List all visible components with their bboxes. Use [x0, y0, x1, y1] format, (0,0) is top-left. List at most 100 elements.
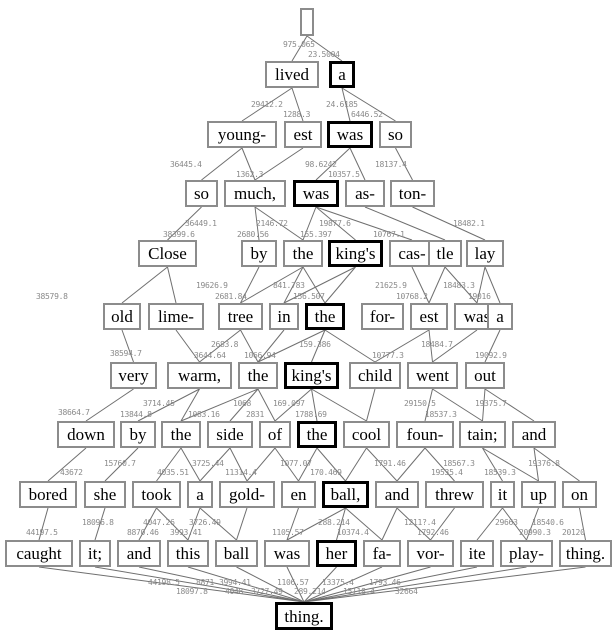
lattice-node[interactable]: was [264, 540, 310, 567]
edge-weight-label: 24.6185 [326, 100, 358, 109]
lattice-node[interactable]: young- [207, 121, 277, 148]
lattice-node[interactable]: for- [361, 303, 404, 330]
lattice-node[interactable]: out [465, 362, 505, 389]
lattice-node[interactable]: a [487, 303, 513, 330]
lattice-node[interactable]: vor- [407, 540, 454, 567]
lattice-node[interactable]: the [297, 421, 337, 448]
edge-weight-label: 3644.64 [194, 351, 226, 360]
lattice-node[interactable]: the [283, 240, 323, 267]
edge-weight-label: 29150.5 [404, 399, 436, 408]
edge-weight-label: 2681.84 [215, 292, 247, 301]
edge-weight-label: 1362.3 [236, 170, 264, 179]
lattice-node[interactable]: the [238, 362, 278, 389]
lattice-node[interactable]: the [305, 303, 345, 330]
lattice-node[interactable]: cool [343, 421, 390, 448]
lattice-node[interactable]: side [207, 421, 253, 448]
lattice-node[interactable]: this [167, 540, 209, 567]
lattice-node[interactable]: ball, [322, 481, 369, 508]
lattice-node[interactable]: in [269, 303, 299, 330]
edge-weight-label: 13844.8 [120, 410, 152, 419]
lattice-node[interactable]: she [84, 481, 126, 508]
lattice-node[interactable]: tain; [459, 421, 506, 448]
lattice-node[interactable]: as- [345, 180, 385, 207]
lattice-node[interactable]: warm, [167, 362, 232, 389]
edge-weight-label: 1106.57 [277, 578, 309, 587]
lattice-node[interactable]: by [120, 421, 156, 448]
lattice-node[interactable]: very [110, 362, 157, 389]
edge-weight-label: 15760.7 [104, 459, 136, 468]
lattice-node[interactable]: her [316, 540, 357, 567]
edge-weight-label: 156.507 [293, 292, 325, 301]
edge-weight-label: 32664 [395, 587, 418, 596]
lattice-node[interactable]: and [117, 540, 161, 567]
edge-weight-label: 19535.4 [431, 468, 463, 477]
lattice-node[interactable]: a [329, 61, 355, 88]
lattice-node[interactable]: much, [224, 180, 286, 207]
lattice-node[interactable]: king's [328, 240, 383, 267]
edge-weight-label: 19376.8 [528, 459, 560, 468]
edge-weight-label: 19877.6 [319, 219, 351, 228]
lattice-node[interactable]: went [407, 362, 458, 389]
lattice-edge [345, 447, 367, 482]
lattice-node[interactable]: Close [138, 240, 197, 267]
lattice-node[interactable]: it; [79, 540, 111, 567]
lattice-node[interactable] [300, 8, 314, 36]
lattice-node[interactable]: bored [19, 481, 77, 508]
lattice-node[interactable]: of [259, 421, 291, 448]
edge-weight-label: 19375.7 [475, 399, 507, 408]
lattice-node[interactable]: fa- [363, 540, 401, 567]
lattice-node[interactable]: king's [284, 362, 339, 389]
lattice-node[interactable]: tree [218, 303, 263, 330]
lattice-node[interactable]: up [521, 481, 556, 508]
lattice-node[interactable]: est [284, 121, 322, 148]
edge-weight-label: 155.397 [300, 230, 332, 239]
lattice-node[interactable]: and [375, 481, 419, 508]
edge-weight-label: 1792.46 [417, 528, 449, 537]
lattice-node[interactable]: play- [500, 540, 553, 567]
lattice-node[interactable]: lay [466, 240, 504, 267]
lattice-node[interactable]: lime- [148, 303, 204, 330]
lattice-node[interactable]: the [161, 421, 201, 448]
edge-weight-label: 1105.57 [272, 528, 304, 537]
edge-weight-label: 29663 [495, 518, 518, 527]
lattice-node[interactable]: thing. [559, 540, 612, 567]
edge-weight-label: 1077.07 [280, 459, 312, 468]
lattice-node[interactable]: on [562, 481, 597, 508]
lattice-node[interactable]: by [241, 240, 277, 267]
lattice-node[interactable]: foun- [396, 421, 454, 448]
lattice-node[interactable]: so [379, 121, 412, 148]
lattice-node[interactable]: ball [215, 540, 258, 567]
lattice-node[interactable]: was [327, 121, 373, 148]
lattice-node[interactable]: old [103, 303, 141, 330]
edge-weight-label: 18539.3 [484, 468, 516, 477]
edge-weight-label: 18096.8 [82, 518, 114, 527]
lattice-node[interactable]: ton- [390, 180, 435, 207]
edge-weight-label: 29412.2 [251, 100, 283, 109]
edge-weight-label: 10777.3 [372, 351, 404, 360]
lattice-node[interactable]: down [57, 421, 115, 448]
lattice-node[interactable]: caught [5, 540, 73, 567]
edge-weight-label: 18482.1 [453, 219, 485, 228]
lattice-node[interactable]: so [185, 180, 218, 207]
lattice-node[interactable]: ite [460, 540, 494, 567]
lattice-node[interactable]: and [512, 421, 556, 448]
edge-weight-label: 18540.6 [532, 518, 564, 527]
lattice-node[interactable]: est [410, 303, 448, 330]
edge-weight-label: 3725.44 [192, 459, 224, 468]
lattice-node[interactable]: child [349, 362, 401, 389]
edge-weight-label: 975.065 [283, 40, 315, 49]
edge-weight-label: 10767.1 [373, 230, 405, 239]
edge-weight-label: 13375.4 [322, 578, 354, 587]
lattice-node[interactable]: threw [425, 481, 484, 508]
lattice-node[interactable]: thing. [275, 602, 333, 630]
edge-weight-label: 289.214 [294, 587, 326, 596]
lattice-node[interactable]: gold- [219, 481, 275, 508]
lattice-node[interactable]: tle [428, 240, 462, 267]
lattice-node[interactable]: en [281, 481, 316, 508]
lattice-node[interactable]: a [187, 481, 213, 508]
edge-weight-label: 38399.6 [163, 230, 195, 239]
lattice-node[interactable]: took [132, 481, 181, 508]
lattice-node[interactable]: was [293, 180, 339, 207]
lattice-node[interactable]: lived [265, 61, 319, 88]
lattice-node[interactable]: it [490, 481, 515, 508]
